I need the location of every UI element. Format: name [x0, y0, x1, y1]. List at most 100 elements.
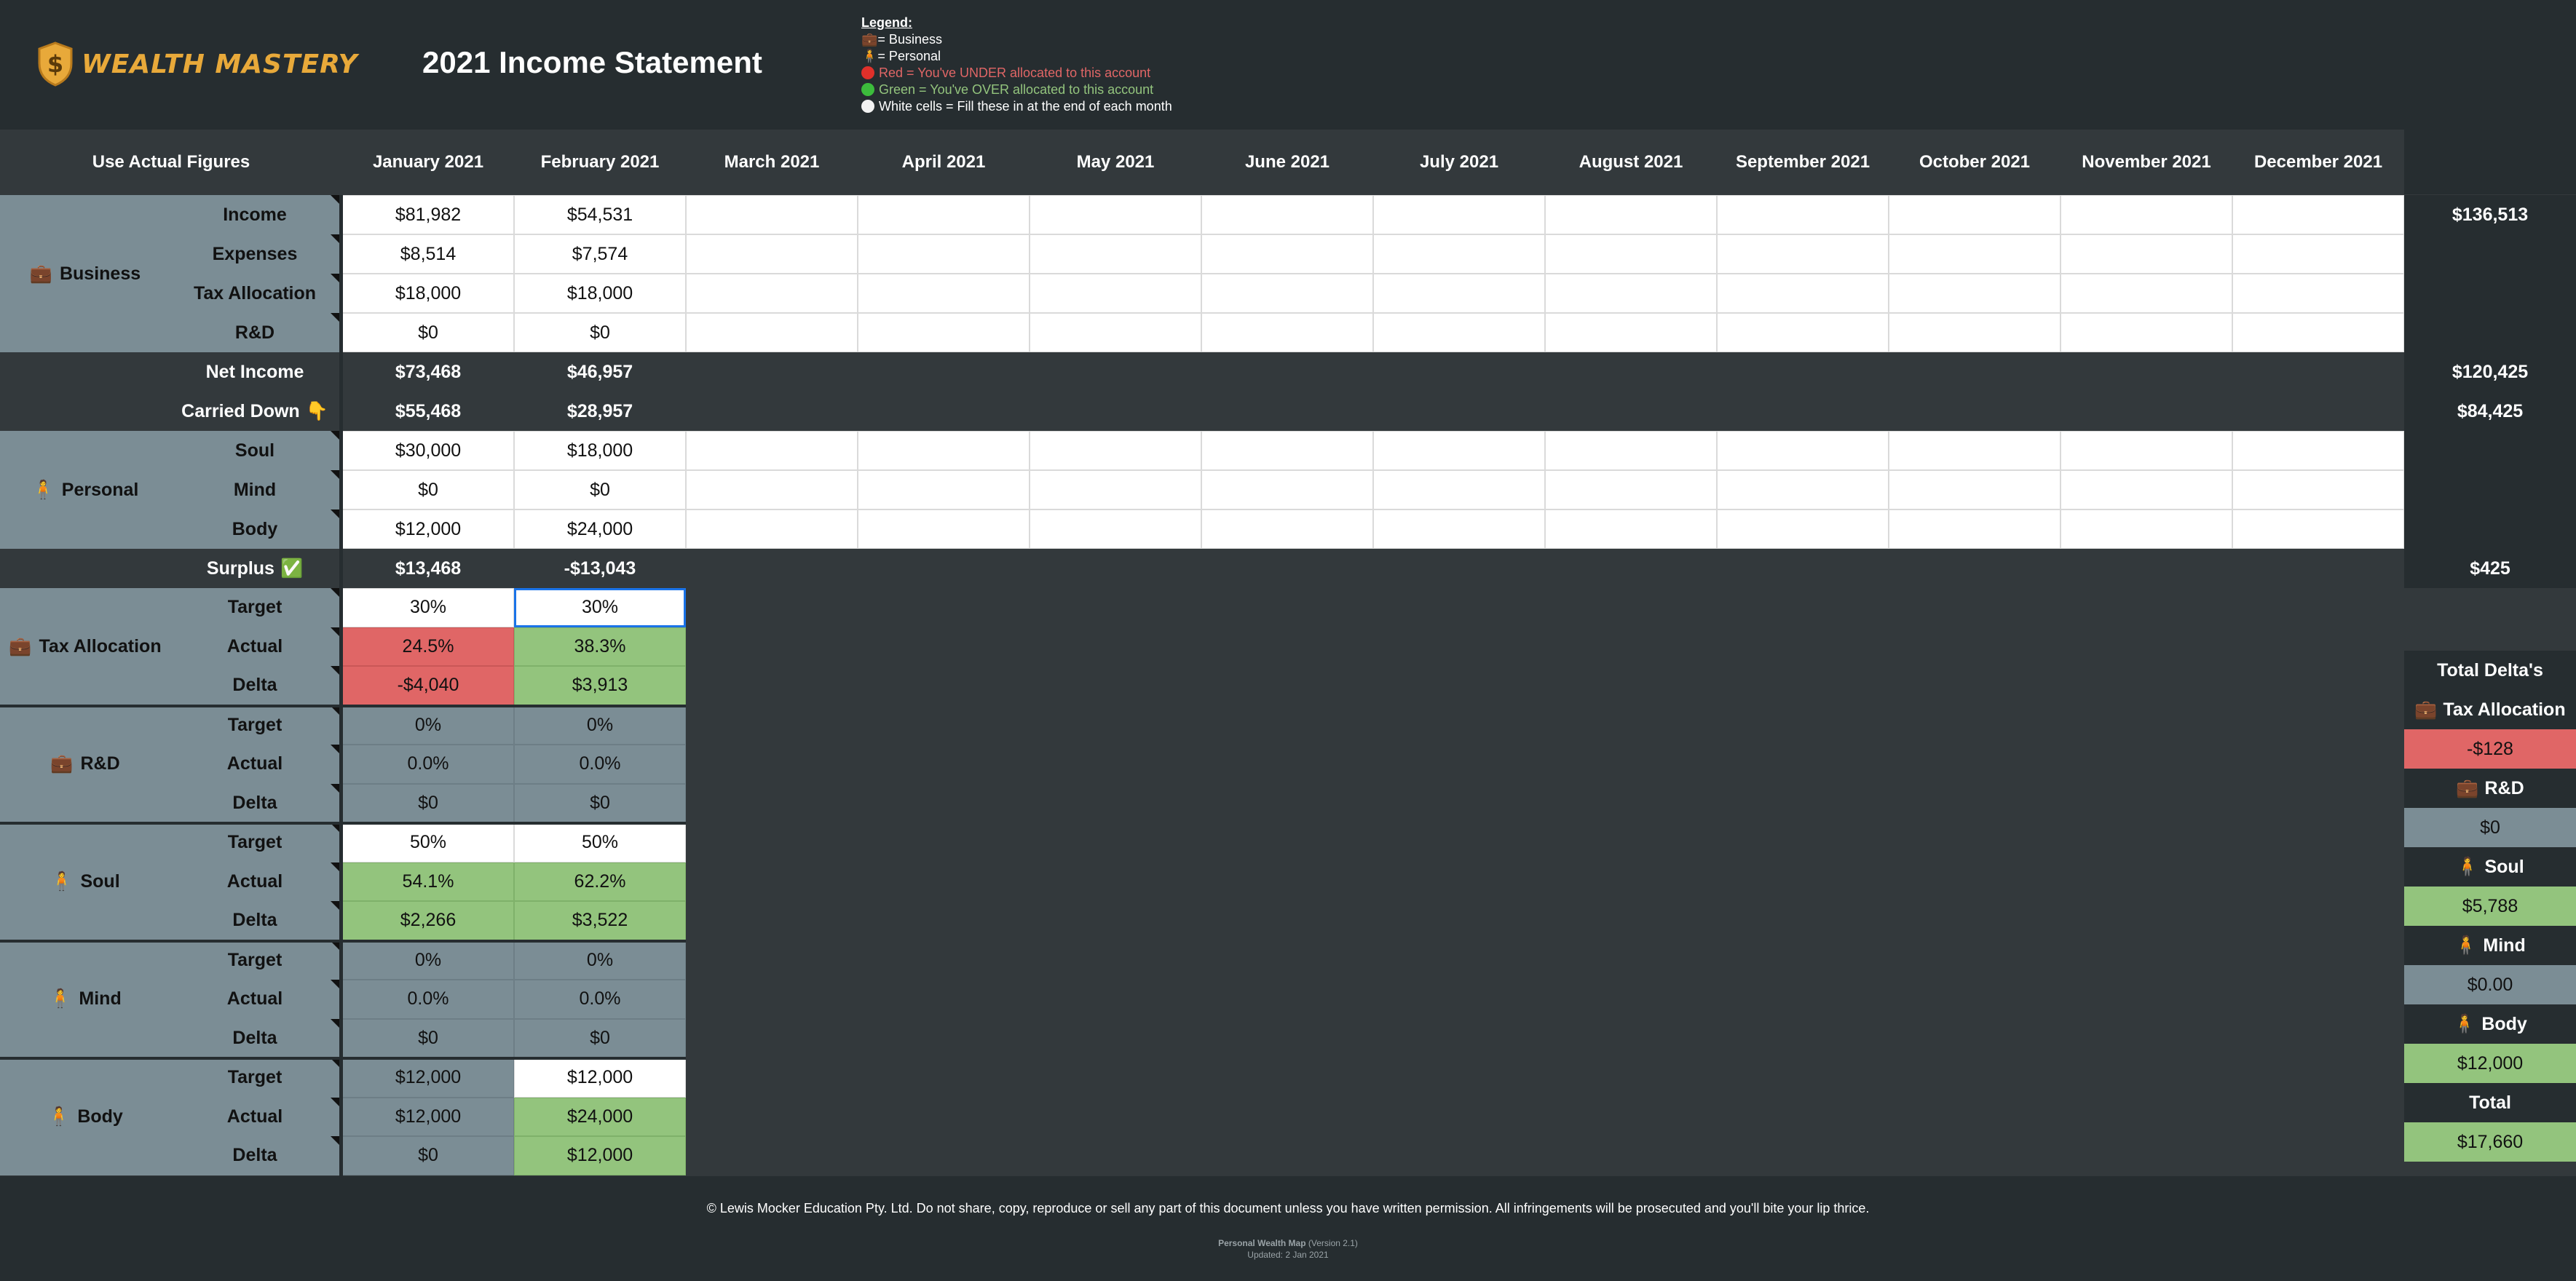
input-cell[interactable]	[686, 195, 858, 234]
input-cell[interactable]	[858, 470, 1030, 509]
input-cell[interactable]	[858, 234, 1030, 274]
input-cell[interactable]	[1889, 431, 2061, 470]
target-cell[interactable]: 30%	[342, 588, 514, 627]
input-cell[interactable]	[2232, 234, 2404, 274]
input-cell[interactable]	[2232, 509, 2404, 549]
target-cell[interactable]: $12,000	[514, 1058, 686, 1098]
input-cell[interactable]	[1373, 509, 1545, 549]
input-cell[interactable]	[1030, 234, 1201, 274]
input-cell[interactable]	[1373, 274, 1545, 313]
net_income-label-text: Net Income	[205, 361, 304, 382]
input-cell[interactable]	[1717, 234, 1889, 274]
target-cell[interactable]: 50%	[514, 823, 686, 862]
input-cell[interactable]	[2061, 195, 2232, 234]
input-cell[interactable]	[1201, 431, 1373, 470]
input-cell[interactable]	[2232, 470, 2404, 509]
input-cell[interactable]: $54,531	[514, 195, 686, 234]
input-cell[interactable]	[858, 313, 1030, 352]
row-total	[2404, 313, 2576, 352]
input-cell[interactable]	[1030, 509, 1201, 549]
input-cell[interactable]	[1717, 470, 1889, 509]
input-cell[interactable]	[1030, 313, 1201, 352]
input-cell[interactable]	[2232, 274, 2404, 313]
input-cell[interactable]: $8,514	[342, 234, 514, 274]
input-cell[interactable]	[1889, 313, 2061, 352]
totals-item-value: $0	[2404, 808, 2576, 847]
input-cell[interactable]	[2061, 470, 2232, 509]
input-cell[interactable]	[2061, 234, 2232, 274]
input-cell[interactable]	[1030, 470, 1201, 509]
check-mark-icon: ✅	[280, 558, 304, 579]
input-cell[interactable]	[686, 509, 858, 549]
target-cell[interactable]: 50%	[342, 823, 514, 862]
input-cell[interactable]	[1030, 431, 1201, 470]
input-cell[interactable]	[2061, 313, 2232, 352]
input-cell[interactable]	[686, 274, 858, 313]
input-cell[interactable]: $0	[342, 313, 514, 352]
input-cell[interactable]: $18,000	[514, 274, 686, 313]
input-cell[interactable]	[1373, 313, 1545, 352]
input-cell[interactable]: $24,000	[514, 509, 686, 549]
input-cell[interactable]	[1373, 431, 1545, 470]
input-cell[interactable]	[1545, 509, 1717, 549]
input-cell[interactable]	[858, 274, 1030, 313]
input-cell[interactable]	[858, 431, 1030, 470]
totals-item-value: $12,000	[2404, 1044, 2576, 1083]
input-cell[interactable]	[1889, 509, 2061, 549]
input-cell[interactable]	[1717, 431, 1889, 470]
input-cell[interactable]	[1717, 509, 1889, 549]
input-cell[interactable]	[1717, 274, 1889, 313]
input-cell[interactable]: $12,000	[342, 509, 514, 549]
business-group: 💼 Business	[0, 195, 170, 352]
input-cell[interactable]	[686, 313, 858, 352]
surplus-label-text: Surplus	[206, 558, 274, 579]
input-cell[interactable]	[1201, 274, 1373, 313]
input-cell[interactable]	[1373, 195, 1545, 234]
input-cell[interactable]	[1717, 313, 1889, 352]
input-cell[interactable]	[1545, 431, 1717, 470]
input-cell[interactable]	[1889, 234, 2061, 274]
input-cell[interactable]	[1545, 234, 1717, 274]
target-cell[interactable]: 30%	[514, 588, 686, 627]
delta-cell: $12,000	[514, 1136, 686, 1175]
input-cell[interactable]	[1373, 470, 1545, 509]
input-cell[interactable]	[1201, 313, 1373, 352]
input-cell[interactable]: $0	[342, 470, 514, 509]
input-cell[interactable]	[1889, 470, 2061, 509]
input-cell[interactable]	[1545, 195, 1717, 234]
input-cell[interactable]	[1201, 470, 1373, 509]
input-cell[interactable]: $81,982	[342, 195, 514, 234]
input-cell[interactable]	[1545, 313, 1717, 352]
input-cell[interactable]	[858, 195, 1030, 234]
row-total: $136,513	[2404, 195, 2576, 234]
surplus-label: Surplus ✅	[170, 549, 339, 588]
input-cell[interactable]	[2232, 431, 2404, 470]
input-cell[interactable]	[1545, 470, 1717, 509]
input-cell[interactable]	[1717, 195, 1889, 234]
surplus-total: $425	[2404, 549, 2576, 588]
input-cell[interactable]	[2232, 313, 2404, 352]
input-cell[interactable]	[686, 470, 858, 509]
input-cell[interactable]: $7,574	[514, 234, 686, 274]
input-cell[interactable]	[1889, 274, 2061, 313]
input-cell[interactable]	[1545, 274, 1717, 313]
input-cell[interactable]: $0	[514, 313, 686, 352]
input-cell[interactable]	[2232, 195, 2404, 234]
input-cell[interactable]	[1030, 195, 1201, 234]
input-cell[interactable]: $18,000	[514, 431, 686, 470]
input-cell[interactable]	[2061, 431, 2232, 470]
input-cell[interactable]: $18,000	[342, 274, 514, 313]
input-cell[interactable]	[858, 509, 1030, 549]
input-cell[interactable]	[2061, 509, 2232, 549]
input-cell[interactable]	[1373, 234, 1545, 274]
input-cell[interactable]: $30,000	[342, 431, 514, 470]
input-cell[interactable]	[686, 234, 858, 274]
input-cell[interactable]	[1889, 195, 2061, 234]
input-cell[interactable]	[1201, 234, 1373, 274]
input-cell[interactable]	[686, 431, 858, 470]
input-cell[interactable]	[1030, 274, 1201, 313]
input-cell[interactable]	[1201, 195, 1373, 234]
input-cell[interactable]: $0	[514, 470, 686, 509]
input-cell[interactable]	[2061, 274, 2232, 313]
input-cell[interactable]	[1201, 509, 1373, 549]
